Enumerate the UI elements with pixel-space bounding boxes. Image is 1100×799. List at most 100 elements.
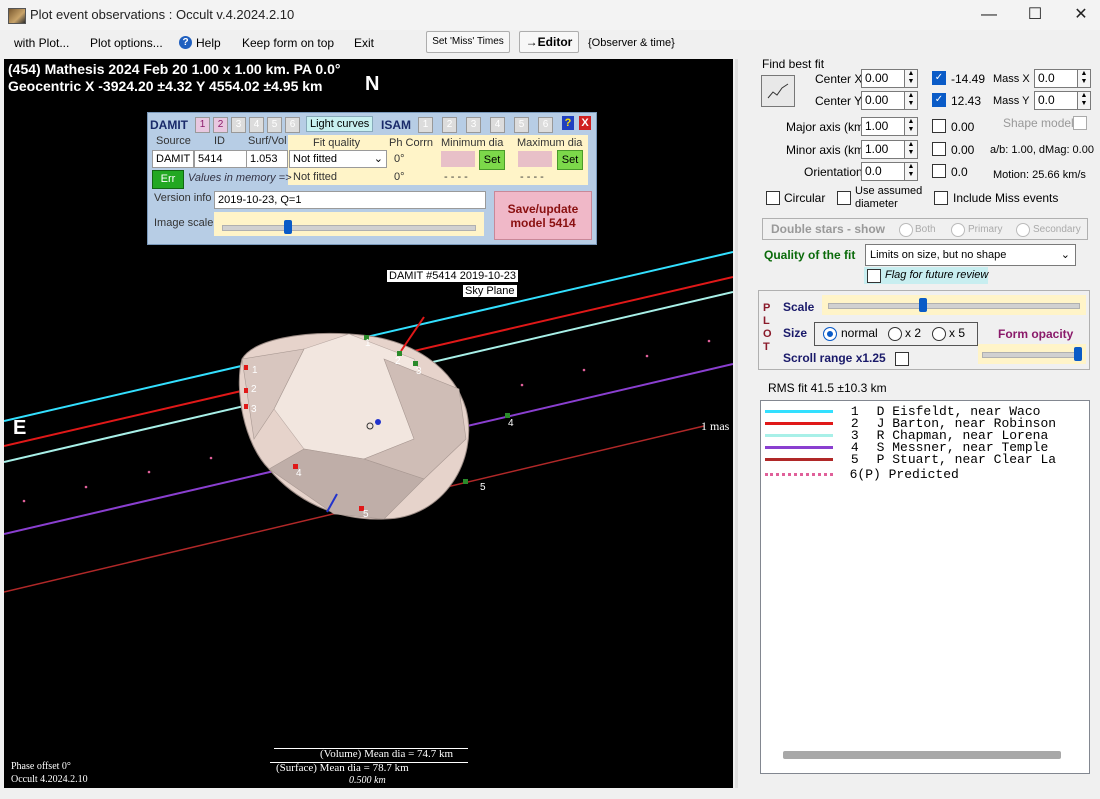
- isam-model-3[interactable]: 3: [466, 117, 481, 133]
- legend-swatch: [765, 422, 833, 426]
- size-normal-label: normal: [841, 326, 878, 340]
- set-miss-times-button[interactable]: Set 'Miss' Times: [426, 31, 510, 53]
- slider-thumb[interactable]: [284, 220, 292, 234]
- menu-plot-options[interactable]: Plot options...: [88, 34, 165, 52]
- use-assumed-checkbox[interactable]: [837, 191, 851, 205]
- image-scale-label: Image scale: [154, 217, 214, 229]
- damit-model-4[interactable]: 4: [249, 117, 264, 133]
- best-fit-button[interactable]: [761, 75, 795, 107]
- observer-time-label[interactable]: {Observer & time}: [586, 34, 677, 52]
- horizontal-scrollbar[interactable]: [783, 751, 1061, 759]
- size-normal-radio[interactable]: [823, 327, 837, 341]
- minor-axis-checkbox[interactable]: [932, 142, 946, 156]
- include-miss-label: Include Miss events: [953, 191, 1059, 205]
- circular-label: Circular: [784, 191, 826, 205]
- help-icon[interactable]: ?: [179, 36, 192, 49]
- save-update-button[interactable]: Save/update model 5414: [494, 191, 592, 240]
- shape-model-checkbox[interactable]: [1073, 116, 1087, 130]
- center-y-input[interactable]: 0.00: [861, 91, 905, 110]
- mass-y-input[interactable]: 0.0: [1034, 91, 1078, 110]
- major-axis-input[interactable]: 1.00: [861, 117, 905, 136]
- center-x-input[interactable]: 0.00: [861, 69, 905, 88]
- center-y-label: Center Y: [815, 94, 863, 108]
- splitter[interactable]: [735, 59, 738, 788]
- orientation-spinner[interactable]: ▲ ▼: [904, 162, 918, 181]
- scroll-range-checkbox[interactable]: [895, 352, 909, 366]
- isam-model-2[interactable]: 2: [442, 117, 457, 133]
- err-button[interactable]: Err: [152, 170, 184, 189]
- set-min-button[interactable]: Set: [479, 150, 505, 170]
- size-x2-radio[interactable]: [888, 327, 902, 341]
- damit-model-5[interactable]: 5: [267, 117, 282, 133]
- min-dia-header: Minimum dia: [441, 137, 504, 149]
- damit-model-1[interactable]: 1: [195, 117, 210, 133]
- orientation-checkbox[interactable]: [932, 164, 946, 178]
- scale-slider[interactable]: [822, 295, 1086, 315]
- quality-of-fit-label: Quality of the fit: [764, 248, 856, 262]
- menu-help[interactable]: Help: [194, 34, 223, 52]
- menu-exit[interactable]: Exit: [352, 34, 376, 52]
- opacity-slider[interactable]: [978, 344, 1086, 364]
- version-label: Occult 4.2024.2.10: [11, 774, 88, 785]
- center-y-spinner[interactable]: ▲ ▼: [904, 91, 918, 110]
- slider-thumb[interactable]: [919, 298, 927, 312]
- surfvol-field[interactable]: 1.053: [246, 150, 288, 168]
- major-axis-spinner[interactable]: ▲ ▼: [904, 117, 918, 136]
- editor-button[interactable]: →Editor: [519, 31, 579, 53]
- damit-model-3[interactable]: 3: [231, 117, 246, 133]
- circular-checkbox[interactable]: [766, 191, 780, 205]
- chord-label: 3: [416, 366, 422, 377]
- center-y-checkbox[interactable]: ✓: [932, 93, 946, 107]
- mass-y-spinner[interactable]: ▲ ▼: [1077, 91, 1091, 110]
- damit-model-6[interactable]: 6: [285, 117, 300, 133]
- close-icon[interactable]: ✕: [1058, 0, 1100, 30]
- center-x-checkbox[interactable]: ✓: [932, 71, 946, 85]
- minor-axis-spinner[interactable]: ▲ ▼: [904, 140, 918, 159]
- set-max-button[interactable]: Set: [557, 150, 583, 170]
- secondary-radio[interactable]: [1016, 223, 1030, 237]
- size-x5-radio[interactable]: [932, 327, 946, 341]
- primary-radio[interactable]: [951, 223, 965, 237]
- center-x-value: -14.49: [951, 72, 986, 86]
- size-x5-label: x 5: [949, 326, 966, 340]
- min-dia-value: - - - -: [444, 171, 468, 183]
- id-field[interactable]: 5414: [194, 150, 248, 168]
- chord-label: 1: [252, 365, 258, 376]
- version-info-field[interactable]: 2019-10-23, Q=1: [214, 191, 486, 209]
- mass-x-spinner[interactable]: ▲ ▼: [1077, 69, 1091, 88]
- isam-model-1[interactable]: 1: [418, 117, 433, 133]
- include-miss-checkbox[interactable]: [934, 191, 948, 205]
- fit-quality-select[interactable]: Not fitted ⌄: [289, 150, 387, 168]
- light-curves-button[interactable]: Light curves: [306, 116, 374, 132]
- maximize-icon[interactable]: ☐: [1012, 0, 1058, 30]
- north-label: N: [365, 73, 380, 95]
- flag-review-checkbox[interactable]: [867, 269, 881, 283]
- plot-letter: T: [763, 341, 770, 353]
- min-dia-swatch: [441, 151, 475, 167]
- help-icon[interactable]: ?: [562, 116, 574, 130]
- mass-x-input[interactable]: 0.0: [1034, 69, 1078, 88]
- isam-model-5[interactable]: 5: [514, 117, 529, 133]
- damit-model-2[interactable]: 2: [213, 117, 228, 133]
- isam-model-4[interactable]: 4: [490, 117, 505, 133]
- quality-select[interactable]: Limits on size, but no shape ⌄: [865, 244, 1076, 266]
- legend-number: 6(P): [849, 467, 881, 482]
- major-axis-checkbox[interactable]: [932, 119, 946, 133]
- both-radio[interactable]: [899, 223, 913, 237]
- graph-icon: [767, 83, 789, 99]
- minor-axis-input[interactable]: 1.00: [861, 140, 905, 159]
- isam-model-6[interactable]: 6: [538, 117, 553, 133]
- minimize-icon[interactable]: —: [966, 0, 1012, 30]
- image-scale-slider[interactable]: [214, 212, 484, 236]
- center-x-spinner[interactable]: ▲ ▼: [904, 69, 918, 88]
- legend-swatch: [765, 434, 833, 438]
- slider-thumb[interactable]: [1074, 347, 1082, 361]
- orientation-input[interactable]: 0.0: [861, 162, 905, 181]
- fit-quality-value: Not fitted: [293, 153, 338, 165]
- source-field[interactable]: DAMIT: [152, 150, 194, 168]
- menu-with-plot[interactable]: with Plot...: [12, 34, 71, 52]
- fit-quality-value-2: Not fitted: [293, 171, 338, 183]
- menu-keep-on-top[interactable]: Keep form on top: [240, 34, 336, 52]
- minor-axis-label: Minor axis (km): [786, 143, 869, 157]
- close-icon[interactable]: X: [579, 116, 591, 130]
